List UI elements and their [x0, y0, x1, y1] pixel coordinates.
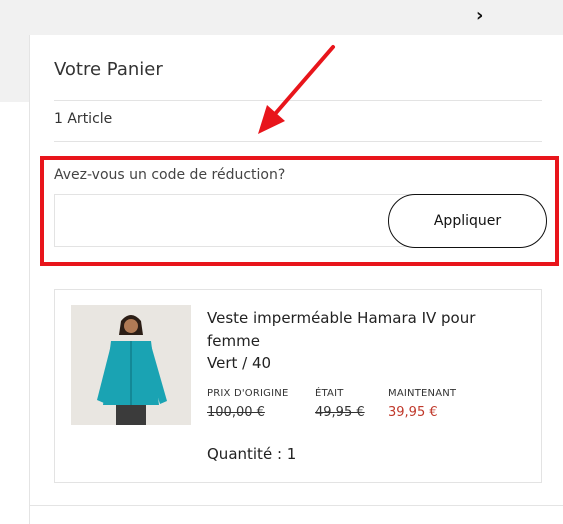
item-quantity: Quantité : 1	[207, 445, 297, 463]
product-image[interactable]	[71, 305, 191, 425]
was-price-value: 49,95 €	[315, 405, 365, 420]
original-price-value: 100,00 €	[207, 405, 265, 420]
original-price-label: PRIX D'ORIGINE	[207, 388, 289, 399]
now-price-value: 39,95 €	[388, 405, 438, 420]
now-price-label: MAINTENANT	[388, 388, 457, 399]
divider	[30, 505, 563, 506]
product-variant: Vert / 40	[207, 354, 272, 372]
product-name[interactable]: Veste imperméable Hamara IV pour femme	[207, 307, 477, 353]
was-price-label: ÉTAIT	[315, 388, 344, 399]
